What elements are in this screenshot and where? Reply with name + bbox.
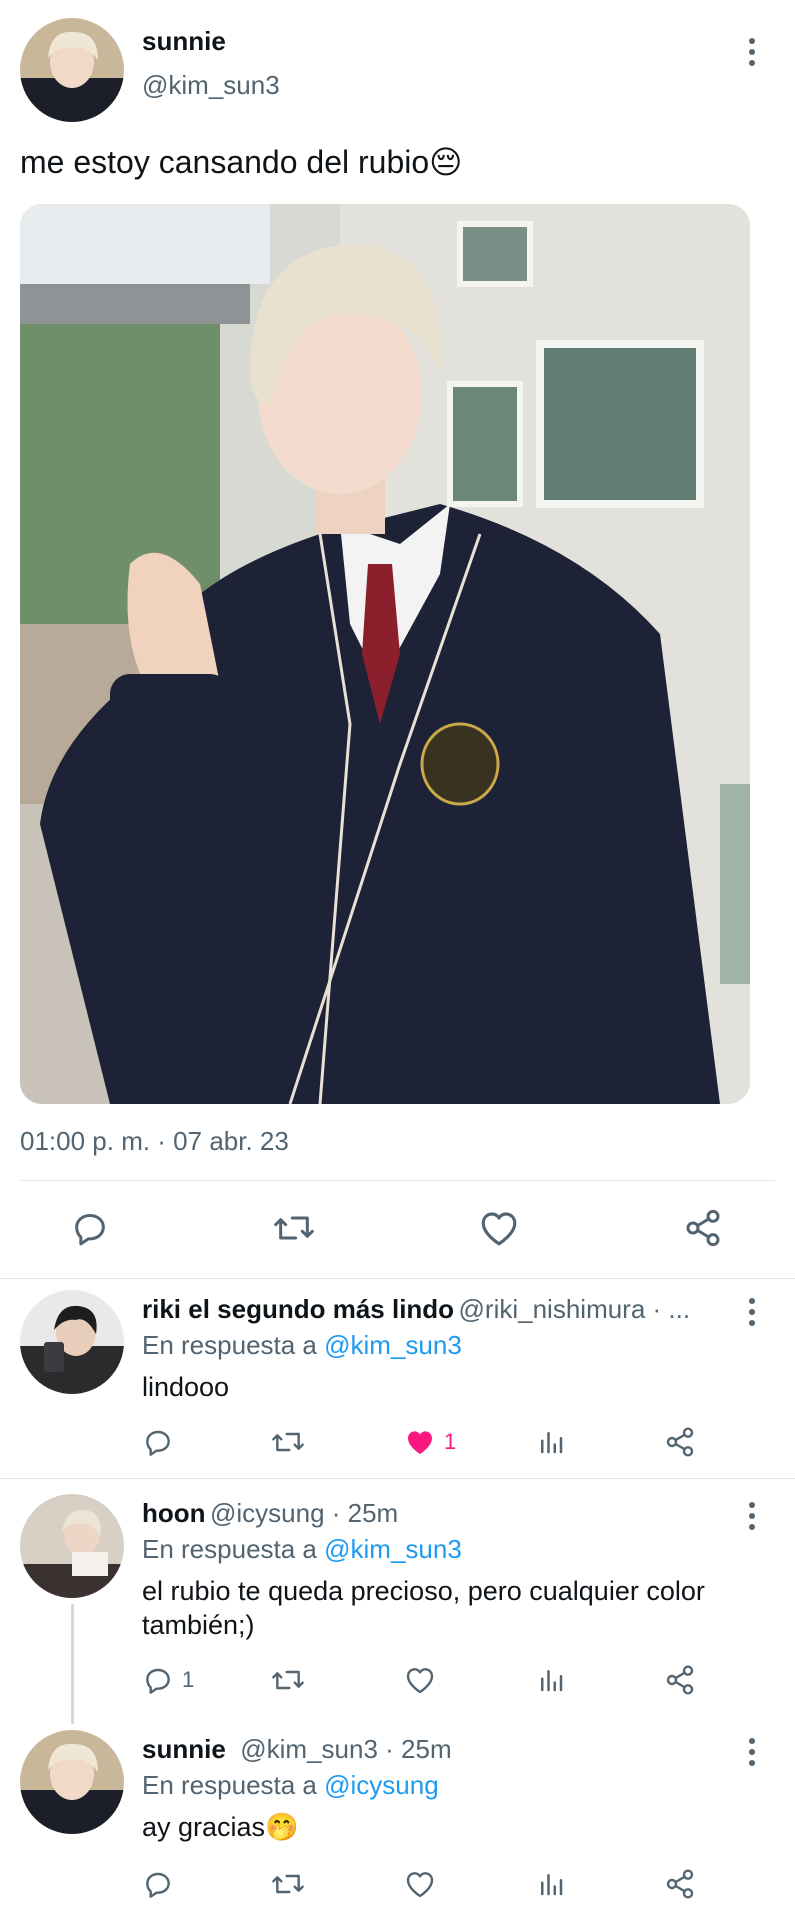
reply-text-line: el rubio te queda precioso, pero cualqui… (142, 1576, 705, 1606)
retweet-button[interactable] (270, 1664, 306, 1696)
display-name[interactable]: sunnie (142, 1734, 226, 1764)
more-icon[interactable] (748, 1502, 756, 1535)
share-icon (666, 1869, 694, 1899)
like-icon (481, 1212, 517, 1246)
avatar-image (20, 18, 124, 122)
photo-illustration (20, 204, 750, 1104)
retweet-icon (272, 1874, 304, 1894)
reply-icon (146, 1668, 170, 1694)
divider (0, 1478, 795, 1479)
avatar-image (20, 1494, 124, 1598)
more-icon[interactable] (748, 1738, 756, 1771)
reply-icon (75, 1214, 105, 1246)
reply-text-body: ay gracias (142, 1812, 266, 1842)
avatar[interactable] (20, 1730, 124, 1834)
reply-header: sunnie @kim_sun3 · 25m (142, 1734, 452, 1765)
like-button[interactable] (478, 1208, 520, 1248)
share-button[interactable] (664, 1664, 696, 1696)
share-button[interactable] (664, 1868, 696, 1900)
user-handle[interactable]: @kim_sun3 (142, 70, 280, 101)
reply-button[interactable] (70, 1208, 110, 1248)
more-icon[interactable] (748, 38, 756, 71)
reply-button[interactable] (142, 1426, 174, 1458)
reply-header: hoon @icysung · 25m (142, 1498, 398, 1529)
divider (20, 1180, 775, 1181)
reply-to-link[interactable]: @kim_sun3 (324, 1534, 462, 1564)
share-icon (666, 1427, 694, 1457)
reply-count: 1 (182, 1667, 195, 1692)
avatar[interactable] (20, 1494, 124, 1598)
reply-context: En respuesta a @kim_sun3 (142, 1330, 462, 1361)
pensive-emoji: 😔 (429, 144, 463, 180)
reply-text-line: también;) (142, 1610, 255, 1640)
retweet-icon (272, 1670, 304, 1690)
user-handle[interactable]: @icysung · 25m (210, 1498, 398, 1528)
more-icon[interactable] (748, 1298, 756, 1331)
reply-context-prefix: En respuesta a (142, 1330, 317, 1360)
reply-to-link[interactable]: @kim_sun3 (324, 1330, 462, 1360)
share-button[interactable] (664, 1426, 696, 1458)
analytics-button[interactable] (536, 1664, 566, 1696)
avatar-image (20, 1290, 124, 1394)
display-name[interactable]: hoon (142, 1498, 206, 1528)
display-name[interactable]: sunnie (142, 26, 226, 57)
retweet-button[interactable] (270, 1426, 306, 1458)
reply-button[interactable] (142, 1868, 174, 1900)
retweet-button[interactable] (270, 1868, 306, 1900)
reply-text: ay gracias🤭 (142, 1810, 299, 1844)
reply-context: En respuesta a @icysung (142, 1770, 439, 1801)
reply-to-link[interactable]: @icysung (324, 1770, 439, 1800)
like-icon (408, 1431, 432, 1454)
reply-context: En respuesta a @kim_sun3 (142, 1534, 462, 1565)
reply-header: riki el segundo más lindo @riki_nishimur… (142, 1294, 690, 1325)
analytics-icon (541, 1874, 563, 1896)
user-handle[interactable]: @kim_sun3 · 25m (240, 1734, 451, 1764)
avatar-image (20, 1730, 124, 1834)
analytics-icon (541, 1670, 563, 1692)
retweet-icon (274, 1216, 314, 1240)
tweet-text: me estoy cansando del rubio😔 (20, 142, 463, 182)
reply-text: lindooo (142, 1372, 230, 1402)
reply-context-prefix: En respuesta a (142, 1534, 317, 1564)
like-icon (406, 1668, 434, 1694)
avatar[interactable] (20, 18, 124, 122)
analytics-icon (541, 1432, 563, 1454)
share-icon (686, 1209, 720, 1247)
share-icon (666, 1665, 694, 1695)
like-icon (406, 1872, 434, 1898)
reply-button[interactable]: 1 (142, 1664, 194, 1696)
like-button[interactable] (404, 1868, 436, 1900)
reply-context-prefix: En respuesta a (142, 1770, 317, 1800)
retweet-icon (272, 1432, 304, 1452)
reply-icon (146, 1872, 170, 1898)
divider (0, 1278, 795, 1279)
analytics-button[interactable] (536, 1868, 566, 1900)
display-name[interactable]: riki el segundo más lindo (142, 1294, 454, 1324)
like-count: 1 (444, 1429, 457, 1454)
like-button[interactable] (404, 1664, 436, 1696)
retweet-button[interactable] (272, 1208, 316, 1248)
like-button[interactable]: 1 (404, 1426, 456, 1458)
thread-line (71, 1604, 74, 1724)
analytics-button[interactable] (536, 1426, 566, 1458)
reply-text: el rubio te queda precioso, pero cualqui… (142, 1574, 705, 1642)
tweet-timestamp: 01:00 p. m. · 07 abr. 23 (20, 1126, 289, 1156)
avatar[interactable] (20, 1290, 124, 1394)
user-handle[interactable]: @riki_nishimura · ... (459, 1294, 691, 1324)
reply-icon (146, 1430, 170, 1456)
tweet-text-body: me estoy cansando del rubio (20, 144, 430, 180)
hand-over-mouth-emoji: 🤭 (265, 1812, 299, 1842)
share-button[interactable] (682, 1208, 724, 1248)
tweet-photo[interactable] (20, 204, 750, 1104)
